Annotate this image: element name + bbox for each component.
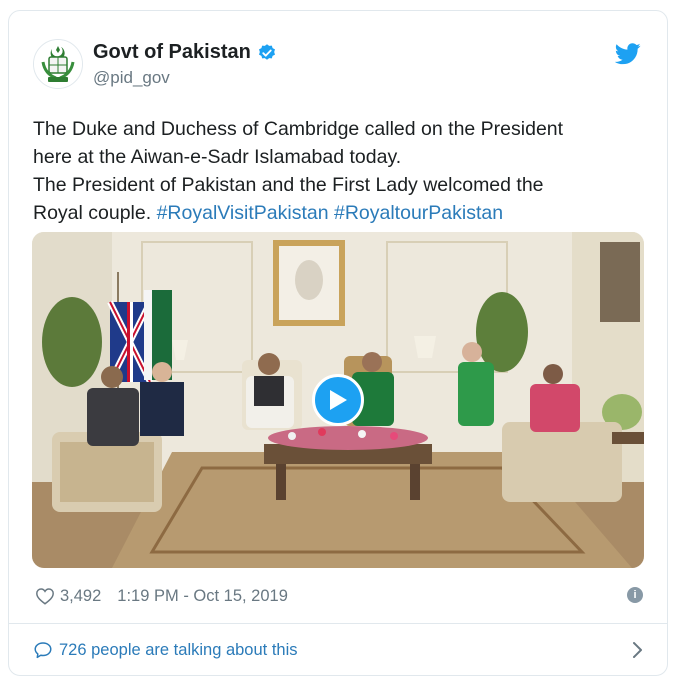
twitter-bird-icon[interactable]	[615, 43, 641, 65]
play-button[interactable]	[312, 374, 364, 426]
info-icon[interactable]: i	[627, 587, 643, 603]
state-emblem-icon	[34, 40, 82, 88]
heart-icon[interactable]	[35, 587, 55, 605]
like-count[interactable]: 3,492	[60, 587, 101, 606]
tweet-line-text: Royal couple.	[33, 202, 157, 224]
speech-bubble-icon	[34, 642, 52, 659]
tweet-line: The President of Pakistan and the First …	[33, 174, 544, 196]
hashtag-link[interactable]: #RoyaltourPakistan	[334, 202, 503, 224]
tweet-line: here at the Aiwan-e-Sadr Islamabad today…	[33, 146, 402, 168]
tweet-meta: 3,492 1:19 PM - Oct 15, 2019	[35, 585, 643, 607]
conversation-text: 726 people are talking about this	[59, 640, 298, 659]
divider	[9, 623, 667, 624]
tweet-card[interactable]: Govt of Pakistan @pid_gov The Duke and D…	[8, 10, 668, 676]
name-row: Govt of Pakistan	[93, 41, 277, 64]
account-handle[interactable]: @pid_gov	[93, 68, 170, 88]
hashtag-link[interactable]: #RoyalVisitPakistan	[157, 202, 329, 224]
tweet-line-with-hashtags: Royal couple. #RoyalVisitPakistan #Royal…	[33, 199, 645, 227]
tweet-header: Govt of Pakistan @pid_gov	[33, 35, 643, 95]
tweet-line: The Duke and Duchess of Cambridge called…	[33, 118, 564, 140]
verified-badge-icon	[258, 43, 275, 60]
tweet-text: The Duke and Duchess of Cambridge called…	[33, 115, 645, 227]
conversation-link[interactable]: 726 people are talking about this	[33, 637, 643, 663]
tweet-timestamp[interactable]: 1:19 PM - Oct 15, 2019	[117, 587, 288, 606]
play-icon	[330, 390, 347, 410]
account-name[interactable]: Govt of Pakistan	[93, 41, 251, 64]
video-player[interactable]	[32, 232, 644, 568]
chevron-right-icon[interactable]	[631, 641, 643, 659]
avatar[interactable]	[33, 39, 83, 89]
